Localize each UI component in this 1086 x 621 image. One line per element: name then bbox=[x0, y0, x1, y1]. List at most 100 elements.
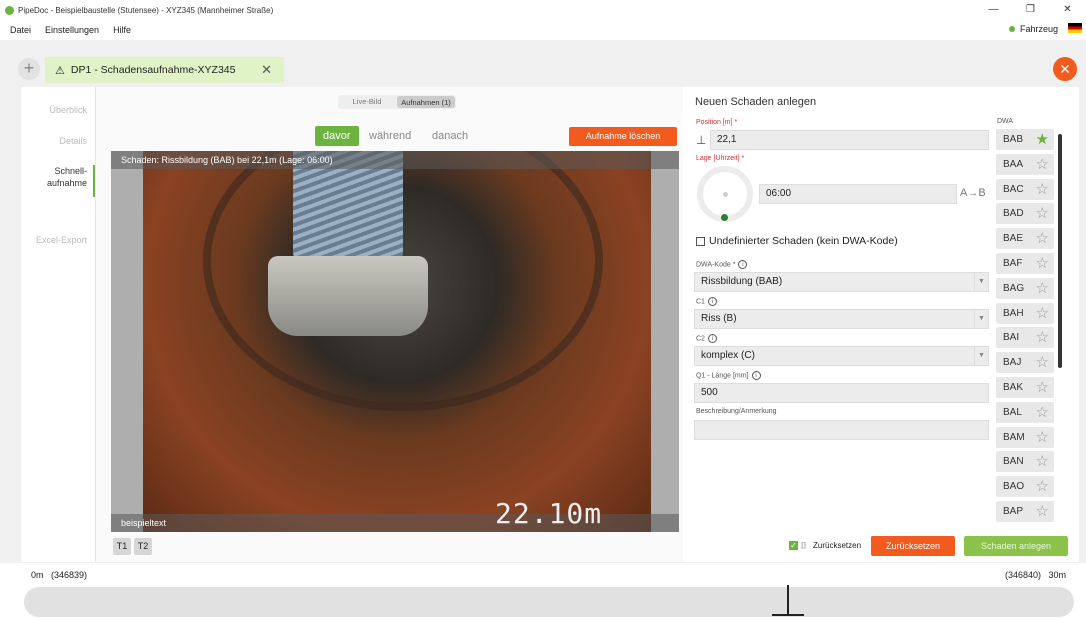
create-damage-button[interactable]: Schaden anlegen bbox=[964, 536, 1068, 556]
dwa-item-bae[interactable]: BAE ☆ bbox=[996, 228, 1054, 250]
dwa-item-bai[interactable]: BAI ☆ bbox=[996, 327, 1054, 349]
dwa-item-bad[interactable]: BAD ☆ bbox=[996, 203, 1054, 225]
star-outline-icon[interactable]: ☆ bbox=[1036, 427, 1049, 448]
dwa-item-code: BAG bbox=[1003, 282, 1025, 294]
dwa-item-bao[interactable]: BAO ☆ bbox=[996, 476, 1054, 498]
menu-hilfe[interactable]: Hilfe bbox=[113, 25, 131, 35]
dwa-item-ban[interactable]: BAN ☆ bbox=[996, 451, 1054, 473]
star-outline-icon[interactable]: ☆ bbox=[1036, 501, 1049, 522]
position-input[interactable]: 22,1 bbox=[710, 130, 989, 150]
star-outline-icon[interactable]: ☆ bbox=[1036, 228, 1049, 249]
dwa-item-bak[interactable]: BAK ☆ bbox=[996, 376, 1054, 398]
restore-button[interactable]: ❐ bbox=[1012, 0, 1049, 20]
star-filled-icon[interactable]: ★ bbox=[1036, 129, 1049, 150]
camera-view[interactable]: Schaden: Rissbildung (BAB) bei 22,1m (La… bbox=[111, 151, 679, 532]
nav-schnellaufnahme[interactable]: Schnell- aufnahme bbox=[29, 165, 95, 197]
dwa-item-bab[interactable]: BAB ★ bbox=[996, 129, 1054, 150]
lage-input[interactable]: 06:00 bbox=[759, 184, 957, 204]
star-outline-icon[interactable]: ☆ bbox=[1036, 253, 1049, 274]
star-outline-icon[interactable]: ☆ bbox=[1036, 203, 1049, 224]
close-circle-button[interactable]: ✕ bbox=[1053, 57, 1077, 81]
form-heading: Neuen Schaden anlegen bbox=[695, 96, 817, 108]
window-close-button[interactable]: ✕ bbox=[1049, 0, 1086, 20]
reset-button[interactable]: Zurücksetzen bbox=[871, 536, 955, 556]
app-logo-icon bbox=[5, 5, 14, 15]
star-outline-icon[interactable]: ☆ bbox=[1036, 278, 1049, 299]
c1-label: C1 i bbox=[696, 297, 717, 306]
star-outline-icon[interactable]: ☆ bbox=[1036, 179, 1049, 200]
dwa-scrollbar[interactable] bbox=[1058, 134, 1062, 368]
menu-einstellungen[interactable]: Einstellungen bbox=[45, 25, 99, 35]
star-outline-icon[interactable]: ☆ bbox=[1036, 303, 1049, 324]
phase-after-button[interactable]: danach bbox=[432, 126, 468, 146]
dwa-item-code: BAP bbox=[1003, 505, 1024, 517]
live-image-toggle[interactable]: Live-Bild bbox=[338, 95, 396, 109]
star-outline-icon[interactable]: ☆ bbox=[1036, 402, 1049, 423]
vehicle-status[interactable]: Fahrzeug bbox=[1008, 24, 1058, 34]
dwa-item-code: BAF bbox=[1003, 257, 1023, 269]
chevron-down-icon: ▼ bbox=[974, 347, 988, 365]
star-outline-icon[interactable]: ☆ bbox=[1036, 352, 1049, 373]
window-controls: — ❐ ✕ bbox=[975, 0, 1086, 20]
dwa-item-code: BAM bbox=[1003, 431, 1025, 443]
dwa-code-list: BAB ★ BAA ☆ BAC ☆ BAD ☆ BAE ☆ BAF ☆ BAG ☆ BAH ☆ BAI ☆ BAJ ☆… bbox=[996, 129, 1056, 524]
clock-position-dial[interactable] bbox=[697, 166, 753, 222]
delete-recording-button[interactable]: Aufnahme löschen bbox=[569, 127, 677, 146]
dial-handle[interactable] bbox=[721, 214, 728, 221]
position-marker[interactable] bbox=[787, 585, 789, 615]
dwa-item-code: BAC bbox=[1003, 183, 1024, 195]
dwa-item-code: BAN bbox=[1003, 456, 1024, 468]
cutter-head bbox=[268, 256, 428, 336]
description-input[interactable] bbox=[694, 420, 989, 440]
reset-checkbox-label: Zurücksetzen bbox=[813, 541, 862, 550]
chevron-down-icon: ▼ bbox=[974, 310, 988, 328]
phase-before-button[interactable]: davor bbox=[315, 126, 359, 146]
title-bar: PipeDoc - Beispielbaustelle (Stutensee) … bbox=[0, 0, 1086, 20]
tab-schadensaufnahme[interactable]: ⚠ DP1 - Schadensaufnahme-XYZ345 ✕ bbox=[45, 57, 284, 83]
dwa-item-bah[interactable]: BAH ☆ bbox=[996, 302, 1054, 324]
meter-readout: 22.10m bbox=[495, 497, 603, 530]
tab-close-icon[interactable]: ✕ bbox=[261, 62, 272, 78]
minimize-button[interactable]: — bbox=[975, 0, 1012, 20]
dwa-item-bag[interactable]: BAG ☆ bbox=[996, 277, 1054, 299]
dwa-item-code: BAB bbox=[1003, 134, 1024, 145]
info-icon[interactable]: i bbox=[751, 371, 761, 380]
phase-during-button[interactable]: während bbox=[369, 126, 411, 146]
star-outline-icon[interactable]: ☆ bbox=[1036, 476, 1049, 497]
q1-length-input[interactable]: 500 bbox=[694, 383, 989, 403]
german-flag-icon[interactable] bbox=[1068, 23, 1082, 33]
a-to-b-button[interactable]: A→B bbox=[960, 187, 986, 199]
nav-ueberblick[interactable]: Überblick bbox=[21, 105, 87, 115]
nav-excel-export[interactable]: Excel-Export bbox=[21, 235, 87, 245]
dwa-item-baf[interactable]: BAF ☆ bbox=[996, 252, 1054, 274]
star-outline-icon[interactable]: ☆ bbox=[1036, 154, 1049, 175]
nav-details[interactable]: Details bbox=[21, 136, 87, 146]
info-icon[interactable]: i bbox=[707, 334, 717, 343]
dwa-item-bal[interactable]: BAL ☆ bbox=[996, 401, 1054, 423]
c2-value: komplex (C) bbox=[701, 350, 755, 361]
t2-button[interactable]: T2 bbox=[134, 538, 152, 555]
recordings-toggle[interactable]: Aufnahmen (1) bbox=[397, 96, 455, 108]
star-outline-icon[interactable]: ☆ bbox=[1036, 377, 1049, 398]
info-icon[interactable]: i bbox=[738, 260, 748, 269]
star-outline-icon[interactable]: ☆ bbox=[1036, 451, 1049, 472]
star-outline-icon[interactable]: ☆ bbox=[1036, 327, 1049, 348]
dwa-item-bac[interactable]: BAC ☆ bbox=[996, 178, 1054, 200]
q1-label-text: Q1 - Länge [mm] bbox=[696, 372, 749, 380]
add-tab-button[interactable]: + bbox=[18, 58, 40, 80]
dwa-code-select[interactable]: Rissbildung (BAB) ▼ bbox=[694, 272, 989, 292]
dwa-item-bap[interactable]: BAP ☆ bbox=[996, 500, 1054, 522]
undefined-damage-checkbox[interactable] bbox=[696, 237, 705, 246]
dwa-item-baj[interactable]: BAJ ☆ bbox=[996, 352, 1054, 374]
ruler-track[interactable] bbox=[24, 587, 1074, 617]
c2-select[interactable]: komplex (C) ▼ bbox=[694, 346, 989, 366]
info-icon[interactable]: i bbox=[707, 297, 717, 306]
dwa-item-baa[interactable]: BAA ☆ bbox=[996, 153, 1054, 175]
c1-select[interactable]: Riss (B) ▼ bbox=[694, 309, 989, 329]
t1-button[interactable]: T1 bbox=[113, 538, 131, 555]
menu-datei[interactable]: Datei bbox=[10, 25, 31, 35]
reset-checkbox[interactable]: ✓ bbox=[789, 541, 798, 550]
status-dot-icon bbox=[1008, 26, 1015, 32]
dwa-item-code: BAD bbox=[1003, 208, 1024, 220]
dwa-item-bam[interactable]: BAM ☆ bbox=[996, 426, 1054, 448]
